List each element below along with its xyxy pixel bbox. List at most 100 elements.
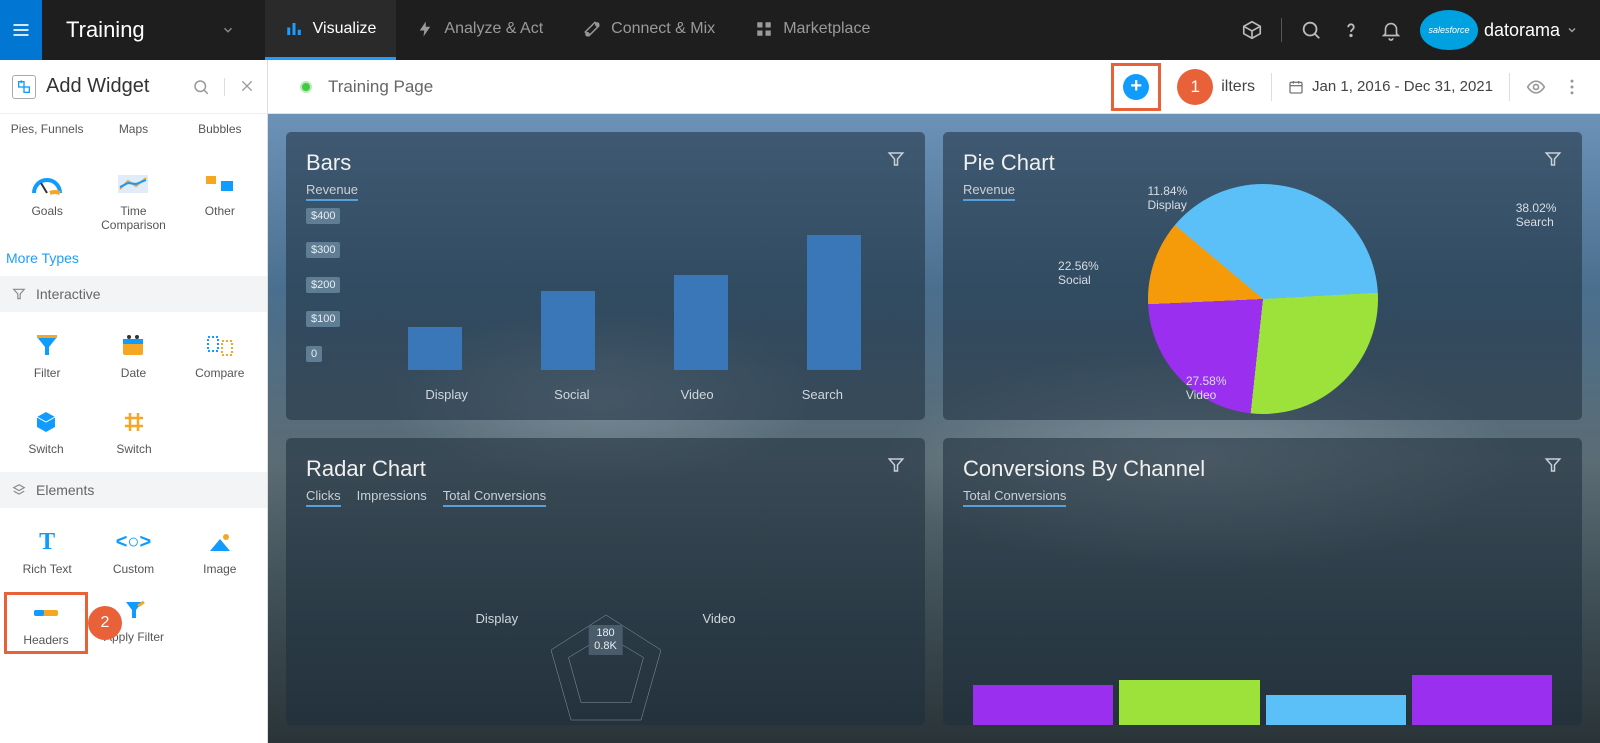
widget-type-compare[interactable]: Compare (178, 328, 262, 384)
section-elements: Elements (0, 472, 267, 508)
widget-type-custom[interactable]: <○> Custom (91, 524, 175, 580)
hash-icon (114, 408, 154, 436)
widget-type-bubbles[interactable]: Bubbles (178, 118, 262, 140)
widget-type-switch-2[interactable]: Switch (92, 404, 176, 460)
image-icon (200, 528, 240, 556)
x-label: Search (795, 387, 849, 402)
tab-analyze[interactable]: Analyze & Act (396, 0, 563, 60)
workspace-name: Training (66, 17, 145, 43)
tab-label: Visualize (313, 20, 377, 38)
brand-name: datorama (1484, 20, 1560, 41)
date-range-picker[interactable]: Jan 1, 2016 - Dec 31, 2021 (1288, 78, 1493, 95)
calendar-icon (1288, 79, 1304, 95)
metric-conversions[interactable]: Total Conversions (443, 488, 546, 507)
widget-type-time-comparison[interactable]: Time Comparison (91, 166, 175, 236)
widget-type-headers[interactable]: Headers (4, 592, 88, 654)
y-tick: 0 (306, 346, 322, 362)
funnel-icon (27, 332, 67, 360)
filter-icon (12, 287, 26, 301)
widget-conversions[interactable]: Conversions By Channel Total Conversions (943, 438, 1582, 726)
y-tick: $100 (306, 311, 340, 327)
widget-title: Pie Chart (963, 150, 1562, 176)
brand[interactable]: salesforce datorama (1420, 10, 1578, 50)
chevron-down-icon (221, 23, 235, 37)
shapes-icon (200, 170, 240, 198)
search-icon[interactable] (1300, 19, 1322, 41)
help-icon[interactable] (1340, 19, 1362, 41)
divider (1271, 73, 1272, 101)
widget-subtitle[interactable]: Total Conversions (963, 488, 1066, 507)
divider (224, 78, 225, 96)
pie-label: 11.84%Display (1147, 184, 1187, 212)
bar-chart: 0$100$200$300$400 DisplaySocialVideoSear… (306, 232, 905, 402)
tab-label: Connect & Mix (611, 20, 715, 38)
close-icon[interactable] (239, 78, 255, 94)
tab-marketplace[interactable]: Marketplace (735, 0, 890, 60)
header-icon (26, 599, 66, 627)
code-icon: <○> (113, 528, 153, 556)
metric-impressions[interactable]: Impressions (357, 488, 427, 507)
filter-icon[interactable] (1544, 456, 1562, 474)
date-range-text: Jan 1, 2016 - Dec 31, 2021 (1312, 78, 1493, 95)
gauge-icon (27, 170, 67, 198)
widget-type-rich-text[interactable]: T Rich Text (5, 524, 89, 580)
nav-tabs: Visualize Analyze & Act Connect & Mix Ma… (265, 0, 891, 60)
topbar: Training Visualize Analyze & Act Connect… (0, 0, 1600, 60)
filter-icon[interactable] (887, 456, 905, 474)
widget-type-pies[interactable]: Pies, Funnels (5, 118, 89, 140)
add-button[interactable]: + (1123, 74, 1149, 100)
bar (807, 235, 861, 369)
widget-bars[interactable]: Bars Revenue 0$100$200$300$400 DisplaySo… (286, 132, 925, 420)
widget-type-maps[interactable]: Maps (91, 118, 175, 140)
widget-type-goals[interactable]: Goals (5, 166, 89, 236)
more-types-link[interactable]: More Types (0, 240, 267, 276)
tab-visualize[interactable]: Visualize (265, 0, 397, 60)
widget-title: Bars (306, 150, 905, 176)
calendar-icon (113, 332, 153, 360)
widget-type-image[interactable]: Image (178, 524, 262, 580)
tab-connect[interactable]: Connect & Mix (563, 0, 735, 60)
layers-icon (12, 483, 26, 497)
workspace-selector[interactable]: Training (42, 17, 265, 43)
divider (1281, 18, 1282, 42)
eye-icon[interactable] (1526, 77, 1546, 97)
add-widget-panel: Add Widget Pies, Funnels Maps Bubbles Go… (0, 60, 268, 743)
chevron-down-icon (1566, 24, 1578, 36)
pie-label: 22.56%Social (1058, 259, 1099, 287)
line-chart-icon (113, 170, 153, 198)
x-label: Display (420, 387, 474, 402)
metric-clicks[interactable]: Clicks (306, 488, 341, 507)
widget-type-filter[interactable]: Filter (5, 328, 89, 384)
filter-icon[interactable] (1544, 150, 1562, 168)
more-icon[interactable] (1562, 77, 1582, 97)
add-widget-icon (12, 75, 36, 99)
topbar-right: salesforce datorama (1241, 10, 1600, 50)
widget-subtitle[interactable]: Revenue (306, 182, 358, 201)
widget-type-switch-1[interactable]: Switch (4, 404, 88, 460)
annotation-badge-1: 1 (1177, 69, 1213, 105)
compare-icon (200, 332, 240, 360)
widget-radar[interactable]: Radar Chart Clicks Impressions Total Con… (286, 438, 925, 726)
widget-type-date[interactable]: Date (91, 328, 175, 384)
page-title[interactable]: Training Page (328, 77, 433, 97)
status-dot (300, 81, 312, 93)
annotation-badge-2: 2 (88, 606, 122, 640)
widget-subtitle[interactable]: Revenue (963, 182, 1015, 201)
text-icon: T (27, 528, 67, 556)
widget-type-other[interactable]: Other (178, 166, 262, 236)
search-icon[interactable] (192, 78, 210, 96)
package-icon[interactable] (1241, 19, 1263, 41)
pie-label: 38.02%Search (1516, 201, 1557, 229)
hamburger-menu[interactable] (0, 0, 42, 60)
filters-label-partial[interactable]: ilters (1221, 78, 1255, 96)
y-tick: $200 (306, 277, 340, 293)
salesforce-cloud-icon: salesforce (1420, 10, 1478, 50)
widget-pie[interactable]: Pie Chart Revenue 38.02%Search27.58%Vide… (943, 132, 1582, 420)
panel-body: Pies, Funnels Maps Bubbles Goals Time Co… (0, 114, 267, 743)
x-label: Social (545, 387, 599, 402)
bell-icon[interactable] (1380, 19, 1402, 41)
widget-title: Radar Chart (306, 456, 905, 482)
bar (541, 291, 595, 370)
pie-chart (1148, 184, 1378, 414)
filter-icon[interactable] (887, 150, 905, 168)
